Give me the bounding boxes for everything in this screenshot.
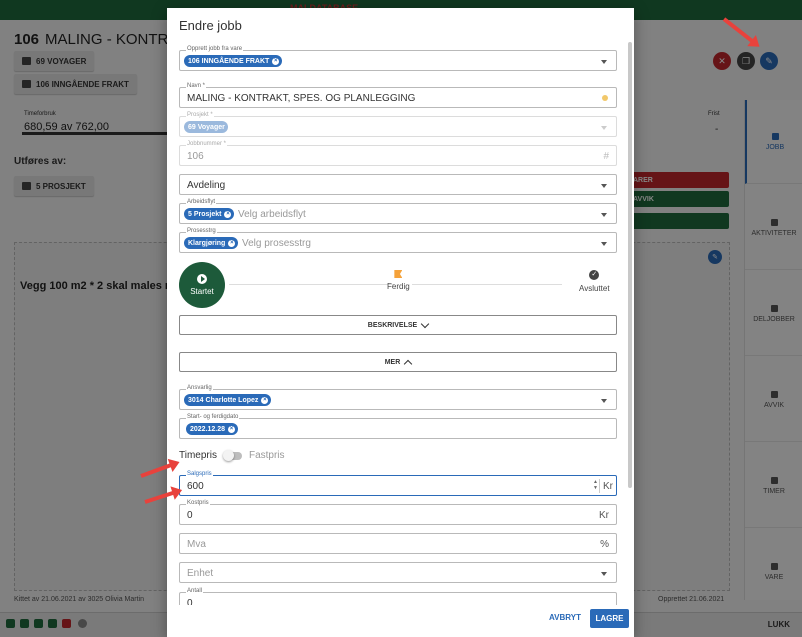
- vare-chip: 106 INNGÅENDE FRAKT ×: [184, 55, 283, 67]
- remove-chip-icon[interactable]: ×: [228, 239, 236, 247]
- check-icon: ✓: [589, 270, 600, 280]
- step-closed[interactable]: ✓ Avsluttet: [579, 270, 610, 293]
- dropdown-arrow-icon: [601, 126, 607, 130]
- salgspris-value: 600: [187, 481, 204, 492]
- remove-chip-icon[interactable]: ×: [228, 425, 236, 433]
- field-label: Jobbnummer *: [186, 140, 228, 148]
- cancel-button[interactable]: AVBRYT: [549, 613, 581, 622]
- dropdown-arrow-icon: [601, 399, 607, 403]
- number-spinner-icon[interactable]: ▲ ▼: [593, 479, 598, 491]
- field-label: Salgspris: [186, 470, 213, 478]
- dropdown-arrow-icon: [601, 60, 607, 64]
- field-label: Ansvarlig: [186, 384, 213, 392]
- arbeidsflyt-chip: 5 Prosjekt ×: [184, 208, 235, 220]
- navn-field[interactable]: Navn * MALING - KONTRAKT, SPES. OG PLANL…: [179, 82, 617, 108]
- prosesstrg-chip: Klargjøring ×: [184, 237, 239, 249]
- jobbnummer-value: 106: [187, 151, 204, 162]
- field-label: Kostpris: [186, 499, 210, 507]
- chip-label: 5 Prosjekt: [188, 210, 222, 218]
- chevron-down-icon: [420, 319, 430, 328]
- dropdown-arrow-icon: [601, 572, 607, 576]
- hash-icon: #: [603, 151, 609, 162]
- step-done[interactable]: Ferdig: [387, 270, 410, 291]
- chip-label: Klargjøring: [188, 239, 226, 247]
- mva-placeholder: Mva: [187, 539, 206, 550]
- field-label: Navn *: [186, 82, 207, 90]
- ansvarlig-chip: 3014 Charlotte Lopez ×: [184, 394, 272, 406]
- step-label: Avsluttet: [579, 284, 610, 293]
- salgspris-field[interactable]: Salgspris 600 ▲ ▼ Kr: [179, 470, 617, 496]
- chip-label: 3014 Charlotte Lopez: [188, 396, 259, 404]
- remove-chip-icon[interactable]: ×: [261, 396, 269, 404]
- play-icon: [197, 274, 207, 284]
- edit-job-dialog: Endre jobb Opprett jobb fra vare 106 INN…: [167, 8, 634, 637]
- ansvarlig-select[interactable]: Ansvarlig 3014 Charlotte Lopez ×: [179, 384, 617, 410]
- mva-field[interactable]: Mva %: [179, 533, 617, 554]
- dialog-footer: AVBRYT LAGRE: [167, 605, 634, 637]
- lightbulb-icon: [602, 95, 608, 101]
- fastpris-label: Fastpris: [248, 450, 285, 461]
- timepris-label: Timepris: [179, 450, 217, 461]
- enhet-placeholder: Enhet: [187, 568, 214, 579]
- step-started[interactable]: Startet: [179, 262, 225, 308]
- jobbnummer-field: Jobbnummer * 106 #: [179, 140, 617, 166]
- opprett-fra-vare-select[interactable]: Opprett jobb fra vare 106 INNGÅENDE FRAK…: [179, 45, 617, 71]
- field-label: Prosjekt *: [186, 111, 214, 119]
- avdeling-placeholder: Avdeling: [187, 180, 226, 191]
- dato-chip: 2022.12.28 ×: [186, 423, 239, 435]
- chip-label: 69 Voyager: [188, 123, 225, 131]
- field-label: Start- og ferdigdato: [186, 413, 240, 421]
- pris-toggle[interactable]: [222, 449, 242, 461]
- save-button[interactable]: LAGRE: [590, 609, 629, 628]
- flag-icon: [394, 270, 403, 278]
- field-label: Prosesstrg: [186, 227, 217, 235]
- prosjekt-select: Prosjekt * 69 Voyager: [179, 111, 617, 137]
- salgspris-unit: Kr: [603, 481, 613, 492]
- avdeling-select[interactable]: Avdeling: [179, 174, 617, 195]
- pris-toggle-row: Timepris Fastpris: [179, 449, 285, 461]
- step-label: Startet: [190, 287, 214, 296]
- navn-value: MALING - KONTRAKT, SPES. OG PLANLEGGING: [187, 93, 416, 104]
- remove-chip-icon[interactable]: ×: [224, 210, 232, 218]
- arbeidsflyt-select[interactable]: Arbeidsflyt 5 Prosjekt × Velg arbeidsflyt: [179, 198, 617, 224]
- field-label: Opprett jobb fra vare: [186, 45, 244, 53]
- arbeidsflyt-placeholder: Velg arbeidsflyt: [238, 209, 306, 220]
- chip-label: 2022.12.28: [190, 425, 226, 433]
- prosjekt-chip: 69 Voyager: [184, 121, 228, 133]
- dropdown-arrow-icon: [601, 184, 607, 188]
- mer-label: MER: [384, 358, 401, 366]
- beskrivelse-toggle[interactable]: BESKRIVELSE: [179, 315, 617, 335]
- dropdown-arrow-icon: [601, 242, 607, 246]
- percent-unit: %: [600, 539, 609, 550]
- prosesstrg-placeholder: Velg prosesstrg: [242, 238, 311, 249]
- mer-toggle[interactable]: MER: [179, 352, 617, 372]
- remove-chip-icon[interactable]: ×: [272, 57, 280, 65]
- chevron-up-icon: [404, 359, 413, 368]
- field-label: Antall: [186, 587, 204, 595]
- kostpris-field[interactable]: Kostpris 0 Kr: [179, 499, 617, 525]
- dropdown-arrow-icon: [601, 213, 607, 217]
- beskrivelse-label: BESKRIVELSE: [367, 321, 418, 329]
- kostpris-value: 0: [187, 510, 193, 521]
- field-divider: [599, 479, 600, 493]
- stepper-line: [229, 284, 394, 285]
- dato-field[interactable]: Start- og ferdigdato 2022.12.28 ×: [179, 413, 617, 439]
- chip-label: 106 INNGÅENDE FRAKT: [188, 57, 270, 65]
- stepper-line: [412, 284, 562, 285]
- step-label: Ferdig: [387, 282, 410, 291]
- dialog-scrollbar[interactable]: [628, 42, 632, 488]
- prosesstrg-select[interactable]: Prosesstrg Klargjøring × Velg prosesstrg: [179, 227, 617, 253]
- dialog-title: Endre jobb: [179, 18, 242, 33]
- field-label: Arbeidsflyt: [186, 198, 217, 206]
- enhet-select[interactable]: Enhet: [179, 562, 617, 583]
- kostpris-unit: Kr: [599, 510, 609, 521]
